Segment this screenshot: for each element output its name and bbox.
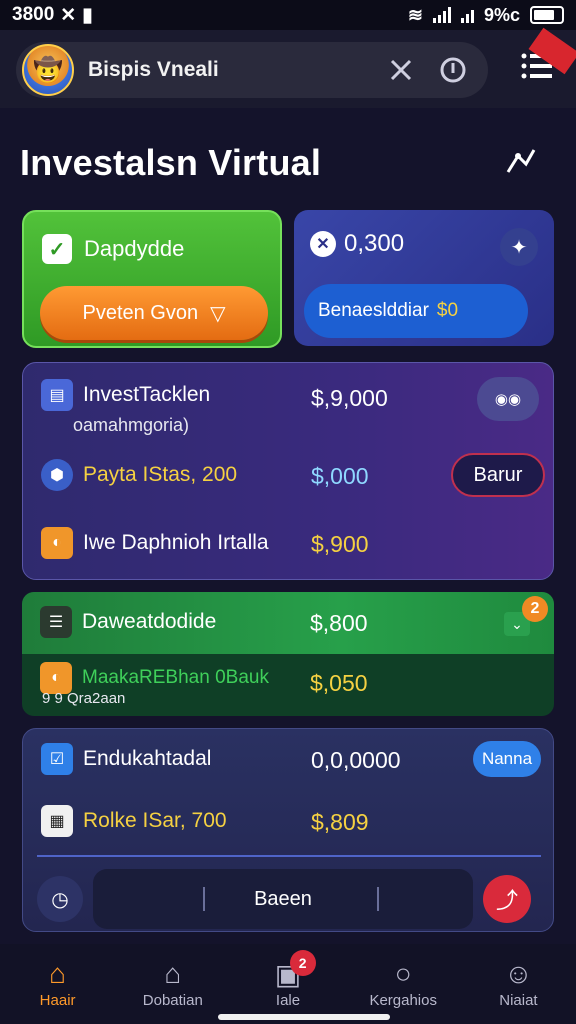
status-time: 3800 — [12, 4, 55, 25]
list-item[interactable]: ☑ Endukahtadal — [41, 743, 211, 775]
trend-icon: ⤴ — [495, 888, 518, 913]
bottom-nav: ⌂ Haair ⌂ Dobatian ▣ 2 Iale ○ Kergahios … — [0, 944, 576, 1024]
item-label: MaakaREBhan 0Bauk — [82, 667, 269, 688]
item-amount: $,809 — [311, 809, 369, 835]
app-title: Bispis Vneali — [88, 58, 219, 81]
nav-label: Niaiat — [499, 992, 538, 1009]
signal-icon-2 — [460, 7, 474, 23]
wifi-icon: ≋ — [407, 4, 423, 25]
item-amount: $,9,000 — [311, 385, 388, 411]
check-icon: ✓ — [42, 234, 72, 264]
tools-icon[interactable] — [386, 55, 416, 85]
item-label: Daweatdodide — [82, 610, 217, 633]
item-sublabel: oamahmgoria) — [73, 415, 190, 435]
home-indicator — [218, 1014, 390, 1020]
profile-icon: ☺ — [504, 958, 533, 989]
quick-action-card[interactable]: ✓ Dapdydde Pveten Gvon ▽ — [22, 210, 282, 348]
chart-icon: ▤ — [41, 379, 73, 411]
item-amount: $,000 — [311, 463, 369, 489]
nav-item-search[interactable]: ○ Kergahios — [346, 944, 461, 1024]
avatar[interactable]: 🤠 — [22, 44, 74, 96]
receipt-icon: ▦ — [41, 805, 73, 837]
store-icon: ⌂ — [164, 958, 182, 989]
status-bar: 3800 ✕ ▮ ≋ 9%c — [0, 0, 576, 30]
savings-card: ☰ Daweatdodide $,800 ⌄ 2 ◐ MaakaREBhan 0… — [22, 592, 554, 716]
menu-button[interactable] — [518, 27, 576, 86]
nav-item-profile[interactable]: ☺ Niaiat — [461, 944, 576, 1024]
shield-icon: ⬢ — [41, 459, 73, 491]
visibility-toggle[interactable]: ◉◉ — [477, 377, 539, 421]
item-label: InvestTacklen — [83, 383, 211, 406]
status-badge[interactable]: Nanna — [473, 741, 541, 777]
item-label: Payta IStas, 200 — [83, 463, 238, 486]
battery-percent: 9%c — [483, 4, 520, 25]
home-icon: ⌂ — [49, 958, 67, 989]
bookmark-icon: ▮ — [82, 4, 93, 26]
search-icon: ○ — [394, 958, 412, 989]
item-sublabel: 9 9 Qra2aan — [42, 690, 126, 707]
history-button[interactable]: ◷ — [37, 876, 83, 922]
arrow-icon: ▽ — [210, 302, 226, 325]
list-item[interactable]: ▦ Rolke ISar, 700 — [41, 805, 227, 837]
profile-pill[interactable]: 🤠 Bispis Vneali — [16, 42, 488, 98]
primary-action-button[interactable]: Pveten Gvon ▽ — [40, 286, 268, 340]
nav-item-store[interactable]: ⌂ Dobatian — [115, 944, 230, 1024]
sparkle-icon[interactable]: ✦ — [500, 228, 538, 266]
nav-label: Iale — [275, 992, 301, 1009]
nav-item-wallet[interactable]: ▣ 2 Iale — [230, 944, 345, 1024]
item-label: Rolke ISar, 700 — [83, 809, 227, 832]
power-icon[interactable] — [438, 55, 468, 85]
signal-icon — [432, 7, 451, 23]
quick-action-label: Dapdydde — [84, 236, 185, 261]
search-input[interactable]: Baeen — [93, 869, 473, 929]
balance-card[interactable]: ✕ 0,300 ✦ Benaeslddiar $0 — [294, 210, 554, 346]
list-item[interactable]: ☰ Daweatdodide — [40, 606, 216, 638]
nav-badge: 2 — [289, 950, 316, 976]
item-amount: 0,0,0000 — [311, 747, 401, 773]
primary-action-label: Pveten Gvon — [82, 301, 199, 324]
chart-action-button[interactable]: ⤴ — [483, 875, 531, 923]
list-item[interactable]: ◐ Iwe Daphnioh Irtalla — [41, 527, 269, 559]
page-title: Investalsn Virtual — [20, 142, 322, 183]
divider — [37, 855, 541, 857]
item-label: Iwe Daphnioh Irtalla — [83, 531, 269, 554]
action-bar: ◷ Baeen ⤴ — [37, 869, 539, 929]
balance-pill-label: Benaeslddiar — [318, 300, 429, 321]
checkbox-icon: ☑ — [41, 743, 73, 775]
close-icon: ✕ — [60, 4, 77, 26]
list-icon: ☰ — [40, 606, 72, 638]
balance-pill-button[interactable]: Benaeslddiar $0 — [304, 284, 528, 338]
balance-pill-value: $0 — [436, 300, 459, 321]
investment-list-card: ▤ InvestTacklen oamahmgoria) $,9,000 ◉◉ … — [22, 362, 554, 580]
list-item[interactable]: ▤ InvestTacklen — [41, 379, 210, 411]
battery-icon — [530, 6, 564, 24]
app-bar: 🤠 Bispis Vneali — [0, 27, 576, 108]
notification-badge: 2 — [522, 596, 548, 622]
nav-label: Dobatian — [142, 992, 203, 1009]
item-label: Endukahtadal — [83, 747, 212, 770]
clock-icon: ◷ — [51, 888, 69, 911]
nav-label: Kergahios — [369, 992, 437, 1009]
list-item[interactable]: ⬢ Payta IStas, 200 — [41, 459, 237, 491]
nav-label: Haair — [39, 992, 76, 1009]
coin-icon: ◐ — [41, 527, 73, 559]
eye-icon: ◉◉ — [494, 391, 522, 408]
transactions-card: ☑ Endukahtadal 0,0,0000 Nanna ▦ Rolke IS… — [22, 728, 554, 932]
nav-item-home[interactable]: ⌂ Haair — [0, 944, 115, 1024]
x-circle-icon: ✕ — [310, 231, 336, 257]
balance-value: 0,300 — [344, 230, 405, 257]
edit-icon[interactable] — [504, 146, 538, 181]
item-amount: $,050 — [310, 670, 368, 696]
item-amount: $,800 — [310, 610, 368, 636]
item-amount: $,900 — [311, 531, 369, 557]
row-action-button[interactable]: Barur — [451, 453, 545, 497]
search-field-text: Baeen — [254, 887, 312, 910]
